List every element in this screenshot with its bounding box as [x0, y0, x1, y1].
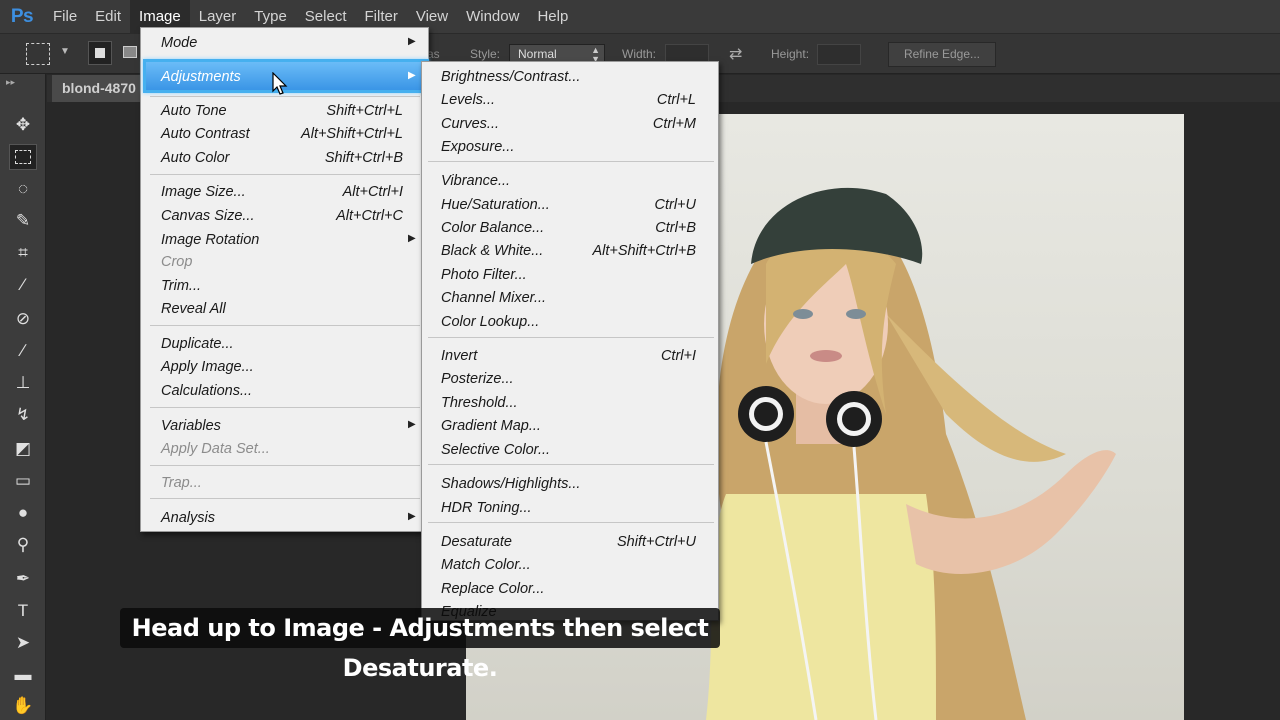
dodge-tool-icon[interactable]: ⚲ — [9, 532, 37, 558]
width-label: Width: — [622, 47, 657, 61]
menu-item-match-color[interactable]: Match Color... — [422, 554, 718, 577]
healing-brush-tool-icon[interactable]: ⊘ — [9, 306, 37, 332]
menu-divider — [150, 465, 420, 466]
chevron-down-icon[interactable]: ▼ — [60, 46, 70, 57]
menu-divider — [428, 522, 714, 523]
menu-item-curves[interactable]: Curves... Ctrl+M — [422, 113, 718, 136]
menu-item-apply-data-set: Apply Data Set... — [161, 441, 270, 457]
menu-item-replace-color[interactable]: Replace Color... — [422, 578, 718, 601]
new-selection-icon[interactable] — [88, 41, 112, 65]
mouse-cursor-icon — [272, 72, 288, 95]
menu-item-vibrance[interactable]: Vibrance... — [422, 170, 718, 193]
menu-item-calculations[interactable]: Calculations... — [141, 380, 428, 403]
menu-item-image-size[interactable]: Image Size... Alt+Ctrl+I — [141, 181, 428, 204]
document-tab[interactable]: blond-4870 — [52, 75, 144, 102]
quick-select-tool-icon[interactable]: ✎ — [9, 208, 37, 234]
menu-item-channel-mixer[interactable]: Channel Mixer... — [422, 287, 718, 310]
blur-tool-icon[interactable]: ● — [9, 500, 37, 526]
submenu-arrow-icon: ▶ — [408, 419, 416, 430]
submenu-arrow-icon: ▶ — [408, 233, 416, 244]
menu-item-auto-contrast[interactable]: Auto Contrast Alt+Shift+Ctrl+L — [141, 123, 428, 146]
history-brush-tool-icon[interactable]: ↯ — [9, 402, 37, 428]
menu-item-trap: Trap... — [161, 475, 202, 491]
menu-item-posterize[interactable]: Posterize... — [422, 368, 718, 391]
menu-item-photo-filter[interactable]: Photo Filter... — [422, 264, 718, 287]
submenu-arrow-icon: ▶ — [408, 70, 416, 81]
menu-divider — [428, 337, 714, 338]
menu-item-selective-color[interactable]: Selective Color... — [422, 439, 718, 462]
menu-window[interactable]: Window — [457, 0, 528, 34]
marquee-preset-icon[interactable] — [26, 43, 50, 65]
menu-item-black-white[interactable]: Black & White... Alt+Shift+Ctrl+B — [422, 240, 718, 263]
menu-divider — [150, 407, 420, 408]
collapse-panel-icon[interactable]: ▸▸ — [6, 77, 15, 88]
menu-item-duplicate[interactable]: Duplicate... — [141, 333, 428, 356]
clone-stamp-tool-icon[interactable]: ⊥ — [9, 370, 37, 396]
menu-item-canvas-size[interactable]: Canvas Size... Alt+Ctrl+C — [141, 205, 428, 228]
add-selection-icon[interactable] — [121, 41, 141, 65]
menu-item-shadows-highlights[interactable]: Shadows/Highlights... — [422, 473, 718, 496]
menu-item-color-balance[interactable]: Color Balance... Ctrl+B — [422, 217, 718, 240]
height-label: Height: — [771, 47, 810, 61]
menu-item-brightness-contrast[interactable]: Brightness/Contrast... — [422, 66, 718, 89]
menu-divider — [150, 174, 420, 175]
refine-edge-button[interactable]: Refine Edge... — [888, 42, 996, 67]
menu-item-apply-image[interactable]: Apply Image... — [141, 356, 428, 379]
menu-item-hue-saturation[interactable]: Hue/Saturation... Ctrl+U — [422, 194, 718, 217]
brush-tool-icon[interactable]: ∕ — [9, 338, 37, 364]
eraser-tool-icon[interactable]: ◩ — [9, 436, 37, 462]
menu-item-reveal-all[interactable]: Reveal All — [141, 298, 428, 321]
crop-tool-icon[interactable]: ⌗ — [9, 240, 37, 266]
photoshop-logo: Ps — [10, 5, 34, 27]
menu-item-invert[interactable]: Invert Ctrl+I — [422, 345, 718, 368]
menu-item-image-rotation[interactable]: Image Rotation ▶ — [141, 229, 428, 252]
type-tool-icon[interactable]: T — [9, 598, 37, 624]
menu-edit[interactable]: Edit — [86, 0, 130, 34]
menu-item-analysis[interactable]: Analysis ▶ — [141, 507, 428, 530]
menu-divider — [428, 161, 714, 162]
height-field[interactable] — [817, 44, 861, 65]
hand-tool-icon[interactable]: ✋ — [9, 694, 37, 718]
rectangle-tool-icon[interactable]: ▬ — [9, 662, 37, 688]
menu-divider — [150, 325, 420, 326]
tools-panel: ▸▸ ✥ ◌ ✎ ⌗ ⁄ ⊘ ∕ ⊥ ↯ ◩ ▭ ● ⚲ ✒ T ➤ ▬ ✋ — [0, 74, 46, 720]
style-label: Style: — [470, 47, 501, 61]
menu-item-desaturate[interactable]: Desaturate Shift+Ctrl+U — [422, 531, 718, 554]
swap-arrows-icon[interactable]: ⇄ — [729, 44, 742, 64]
menu-item-trim[interactable]: Trim... — [141, 275, 428, 298]
menu-item-variables[interactable]: Variables ▶ — [141, 415, 428, 438]
menu-file[interactable]: File — [44, 0, 86, 34]
menu-divider — [428, 464, 714, 465]
menu-item-hdr-toning[interactable]: HDR Toning... — [422, 497, 718, 520]
lasso-tool-icon[interactable]: ◌ — [9, 176, 37, 202]
menu-item-auto-tone[interactable]: Auto Tone Shift+Ctrl+L — [141, 100, 428, 123]
menu-help[interactable]: Help — [528, 0, 577, 34]
menu-item-mode[interactable]: Mode ▶ — [141, 32, 428, 55]
menu-item-exposure[interactable]: Exposure... — [422, 136, 718, 159]
menu-divider — [150, 498, 420, 499]
eyedropper-tool-icon[interactable]: ⁄ — [9, 272, 37, 298]
tutorial-caption: Head up to Image - Adjustments then sele… — [120, 608, 720, 682]
marquee-tool-icon[interactable] — [9, 144, 37, 170]
menu-item-adjustments[interactable]: Adjustments — [161, 69, 241, 85]
style-value: Normal — [518, 47, 557, 61]
gradient-tool-icon[interactable]: ▭ — [9, 468, 37, 494]
menu-item-threshold[interactable]: Threshold... — [422, 392, 718, 415]
submenu-arrow-icon: ▶ — [408, 511, 416, 522]
submenu-arrow-icon: ▶ — [408, 36, 416, 47]
menu-divider — [150, 96, 420, 97]
pen-tool-icon[interactable]: ✒ — [9, 566, 37, 592]
menu-item-color-lookup[interactable]: Color Lookup... — [422, 311, 718, 334]
menu-item-gradient-map[interactable]: Gradient Map... — [422, 415, 718, 438]
menu-item-levels[interactable]: Levels... Ctrl+L — [422, 89, 718, 112]
menu-item-crop: Crop — [161, 254, 193, 270]
move-tool-icon[interactable]: ✥ — [9, 112, 37, 138]
menu-item-auto-color[interactable]: Auto Color Shift+Ctrl+B — [141, 147, 428, 170]
path-selection-tool-icon[interactable]: ➤ — [9, 630, 37, 656]
